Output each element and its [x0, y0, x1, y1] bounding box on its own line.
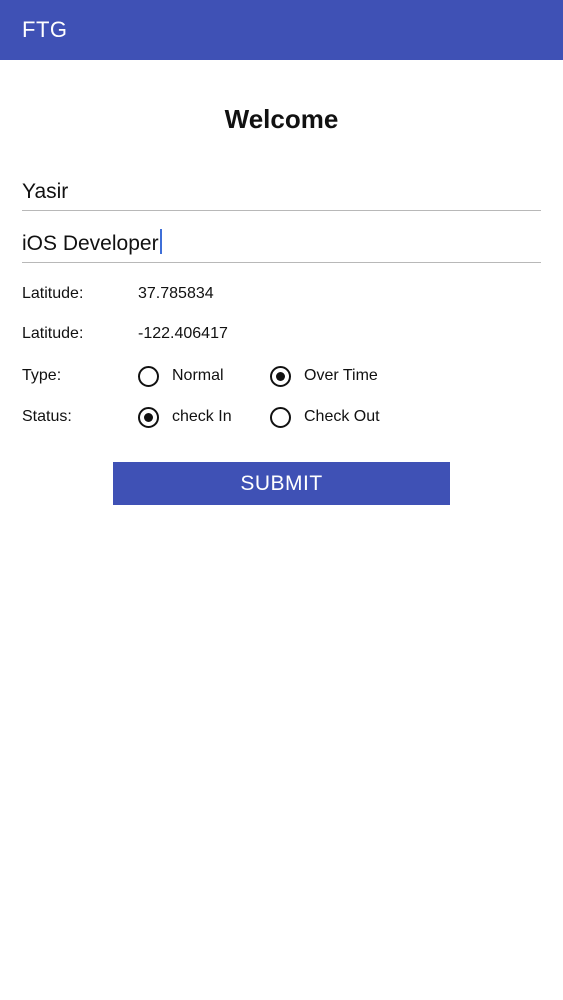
page-title: Welcome: [224, 104, 339, 134]
name-field-value: Yasir: [22, 180, 69, 203]
designation-field-value: iOS Developer: [22, 232, 159, 255]
type-radio-over-time-label: Over Time: [304, 367, 378, 384]
type-radio-normal[interactable]: Normal: [138, 365, 224, 387]
radio-selected-icon: [270, 365, 291, 387]
radio-unselected-icon: [138, 365, 159, 387]
type-label: Type:: [22, 367, 62, 384]
submit-button[interactable]: SUBMIT: [113, 462, 450, 505]
longitude-row: Latitude: -122.406417: [22, 322, 541, 346]
type-row: Type: Normal Over Time: [22, 364, 541, 388]
radio-unselected-icon: [270, 406, 291, 428]
app-bar: FTG: [0, 0, 563, 60]
type-radio-over-time[interactable]: Over Time: [270, 365, 378, 387]
radio-selected-icon: [138, 406, 159, 428]
type-radio-normal-label: Normal: [172, 367, 224, 384]
longitude-value: -122.406417: [138, 325, 228, 342]
status-radio-check-out-label: Check Out: [304, 408, 380, 425]
name-field[interactable]: Yasir: [22, 174, 541, 211]
latitude-value: 37.785834: [138, 285, 214, 302]
longitude-label: Latitude:: [22, 325, 84, 342]
text-cursor: [159, 229, 162, 254]
radio-dot: [276, 371, 285, 381]
latitude-label: Latitude:: [22, 285, 84, 302]
status-label: Status:: [22, 408, 72, 425]
designation-field[interactable]: iOS Developer: [22, 226, 541, 263]
app-title: FTG: [22, 17, 68, 42]
status-radio-check-out[interactable]: Check Out: [270, 406, 380, 428]
latitude-row: Latitude: 37.785834: [22, 282, 541, 306]
status-radio-check-in-label: check In: [172, 408, 232, 425]
status-row: Status: check In Check Out: [22, 405, 541, 429]
radio-dot: [144, 412, 153, 422]
status-radio-check-in[interactable]: check In: [138, 406, 232, 428]
